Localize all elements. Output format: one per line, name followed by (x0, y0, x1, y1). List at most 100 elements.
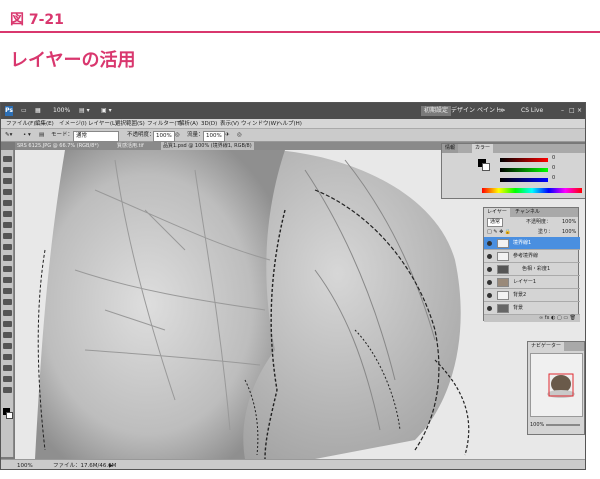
crop-tool-icon[interactable] (3, 200, 12, 206)
airbrush-icon[interactable]: ✈ (225, 131, 230, 140)
visibility-icon[interactable] (487, 306, 492, 311)
history-brush-tool-icon[interactable] (3, 255, 12, 261)
menu-window[interactable]: ウィンドウ(W) (241, 120, 278, 128)
blue-value[interactable]: 0 (552, 175, 555, 181)
brush-panel-icon[interactable]: ▤ (39, 131, 44, 140)
blue-slider[interactable] (500, 178, 548, 182)
layer-panel-buttons[interactable]: ∞ fx ◐ ▢ ▭ 🗑 (484, 315, 580, 322)
arrange-icon[interactable]: ▤ ▾ (79, 106, 90, 116)
type-tool-icon[interactable] (3, 321, 12, 327)
bridge-icon[interactable]: ▭ (21, 106, 27, 116)
path-select-tool-icon[interactable] (3, 332, 12, 338)
layer-opacity-input[interactable]: 100% (562, 217, 576, 227)
spot-heal-tool-icon[interactable] (3, 222, 12, 228)
marquee-tool-icon[interactable] (3, 167, 12, 173)
zoom-tool-icon[interactable] (3, 387, 12, 393)
status-zoom[interactable]: 100% (17, 462, 33, 469)
doc-tab-2[interactable]: 質感活用.tif (117, 142, 144, 150)
doc-tab-1[interactable]: SRS 6125.JPG @ 66.7% (RGB/8*) (17, 142, 99, 150)
workspace-essentials[interactable]: 初期設定 (421, 106, 452, 116)
brush-size-icon[interactable]: • ▾ (23, 131, 31, 140)
lock-icons[interactable]: □ ✎ ✥ 🔒 (487, 227, 511, 237)
menu-view[interactable]: 表示(V) (220, 120, 239, 128)
dodge-tool-icon[interactable] (3, 299, 12, 305)
minibridge-icon[interactable]: ▦ (35, 106, 41, 116)
hand-tool-icon[interactable] (3, 376, 12, 382)
layer-thumbnail (497, 252, 509, 261)
navigator-panel: ナビゲーター 100% (527, 341, 585, 435)
navigator-zoom[interactable]: 100% (530, 422, 544, 428)
shape-tool-icon[interactable] (3, 343, 12, 349)
layer-row-background2[interactable]: 背景2 (484, 289, 580, 302)
options-bar: ✎▾ • ▾ ▤ モード： 通常 不透明度： 100% ◎ 流量： 100% ✈… (1, 129, 585, 142)
gradient-tool-icon[interactable] (3, 277, 12, 283)
close-icon[interactable]: × (577, 106, 582, 116)
opacity-input[interactable]: 100% (153, 131, 175, 142)
minimize-icon[interactable]: – (561, 106, 564, 116)
brush-tool-icon[interactable]: ✎▾ (5, 131, 12, 140)
blend-mode-select[interactable]: 通常 (487, 218, 504, 227)
move-tool-icon[interactable] (3, 156, 12, 162)
visibility-icon[interactable] (487, 241, 492, 246)
blur-tool-icon[interactable] (3, 288, 12, 294)
layer-row-reference[interactable]: 参考境界線 (484, 250, 580, 263)
camera-3d-tool-icon[interactable] (3, 365, 12, 371)
red-value[interactable]: 0 (552, 155, 555, 161)
eyedropper-tool-icon[interactable] (3, 211, 12, 217)
menu-3d[interactable]: 3D(D) (201, 120, 217, 128)
menu-layer[interactable]: レイヤー(L) (88, 120, 117, 128)
workspace-paint[interactable]: ペイント (477, 106, 501, 116)
layer-row-hue-saturation[interactable]: 色相・彩度1 (484, 263, 580, 276)
layer-row-layer1[interactable]: レイヤー1 (484, 276, 580, 289)
cs-live-button[interactable]: CS Live (521, 106, 543, 116)
visibility-icon[interactable] (487, 293, 492, 298)
color-ramp[interactable] (482, 188, 582, 193)
menu-select[interactable]: 選択範囲(S) (115, 120, 145, 128)
workspace-design[interactable]: デザイン (451, 106, 475, 116)
green-value[interactable]: 0 (552, 165, 555, 171)
doc-tab-3[interactable]: 品質1.psd @ 100% (境界線1, RGB/8) (161, 142, 254, 150)
background-color-icon[interactable] (6, 412, 13, 419)
zoom-readout[interactable]: 100% (53, 106, 70, 116)
menu-file[interactable]: ファイル(F) (6, 120, 35, 128)
layer-name: 境界線1 (513, 240, 532, 246)
green-slider[interactable] (500, 168, 548, 172)
layer-row-background[interactable]: 背景 (484, 302, 580, 315)
layers-tab[interactable]: レイヤー (484, 208, 510, 217)
maximize-icon[interactable]: □ (569, 106, 575, 116)
menu-edit[interactable]: 編集(E) (35, 120, 54, 128)
color-tab[interactable]: カラー (472, 144, 494, 153)
menu-analysis[interactable]: 解析(A) (179, 120, 198, 128)
red-slider[interactable] (500, 158, 548, 162)
menu-filter[interactable]: フィルター(T) (147, 120, 182, 128)
visibility-icon[interactable] (487, 267, 492, 272)
mode-select[interactable]: 通常 (73, 131, 119, 142)
eraser-tool-icon[interactable] (3, 266, 12, 272)
photoshop-window: Ps ▭ ▦ 100% ▤ ▾ ▣ ▾ 初期設定 デザイン ペイント ≫ CS … (0, 102, 586, 470)
channels-tab[interactable]: チャンネル (512, 208, 543, 217)
pressure-opacity-icon[interactable]: ◎ (175, 131, 180, 140)
visibility-icon[interactable] (487, 254, 492, 259)
brush-tool-icon[interactable] (3, 233, 12, 239)
menu-help[interactable]: ヘルプ(H) (277, 120, 302, 128)
info-tab[interactable]: 情報 (442, 144, 459, 153)
layer-row-boundary1[interactable]: 境界線1 (484, 237, 580, 250)
navigator-zoom-slider[interactable] (546, 424, 580, 426)
hand-3d-tool-icon[interactable] (3, 354, 12, 360)
background-swatch[interactable] (482, 163, 490, 171)
workspace-more[interactable]: ≫ (499, 106, 505, 116)
pressure-size-icon[interactable]: ◎ (237, 131, 242, 140)
clone-stamp-tool-icon[interactable] (3, 244, 12, 250)
menu-image[interactable]: イメージ(I) (59, 120, 87, 128)
status-arrow-icon[interactable]: ▶ (109, 462, 113, 469)
flow-input[interactable]: 100% (203, 131, 225, 142)
visibility-icon[interactable] (487, 280, 492, 285)
screen-mode-icon[interactable]: ▣ ▾ (101, 106, 112, 116)
quick-select-tool-icon[interactable] (3, 189, 12, 195)
navigator-tab[interactable]: ナビゲーター (528, 342, 565, 351)
lasso-tool-icon[interactable] (3, 178, 12, 184)
fill-input[interactable]: 100% (562, 227, 576, 237)
pen-tool-icon[interactable] (3, 310, 12, 316)
navigator-preview[interactable] (530, 353, 583, 417)
layer-name: 色相・彩度1 (522, 266, 551, 272)
